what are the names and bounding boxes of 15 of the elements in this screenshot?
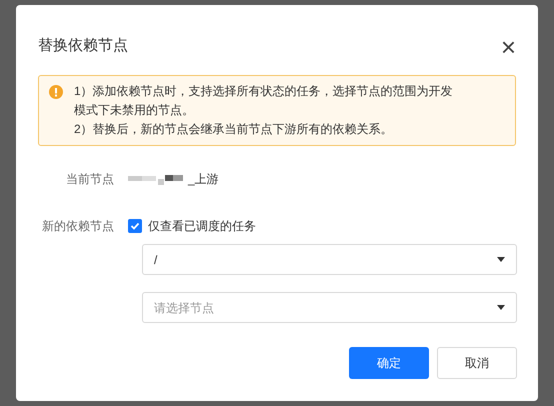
field-label: 当前节点	[65, 171, 115, 188]
caret-icon	[497, 305, 505, 310]
checkbox[interactable]	[128, 219, 142, 233]
checkbox-label: 仅查看已调度的任务	[148, 218, 256, 235]
cancel-button[interactable]: 取消	[437, 347, 517, 379]
caret-icon	[497, 257, 505, 262]
notice-text: 2）替换后，新的节点会继承当前节点下游所有的依赖关系。	[74, 121, 394, 138]
path-select[interactable]: /	[142, 244, 517, 275]
current-node-value: _上游	[188, 171, 219, 188]
field-label: 新的依赖节点	[41, 218, 115, 235]
warning-icon	[49, 85, 63, 99]
notice-text: 1）添加依赖节点时，支持选择所有状态的任务，选择节点的范围为开发模式下未禁用的节点。	[74, 83, 454, 119]
close-button[interactable]: ×	[500, 34, 516, 60]
confirm-button[interactable]: 确定	[349, 347, 429, 379]
dialog-title: 替换依赖节点	[38, 36, 128, 56]
